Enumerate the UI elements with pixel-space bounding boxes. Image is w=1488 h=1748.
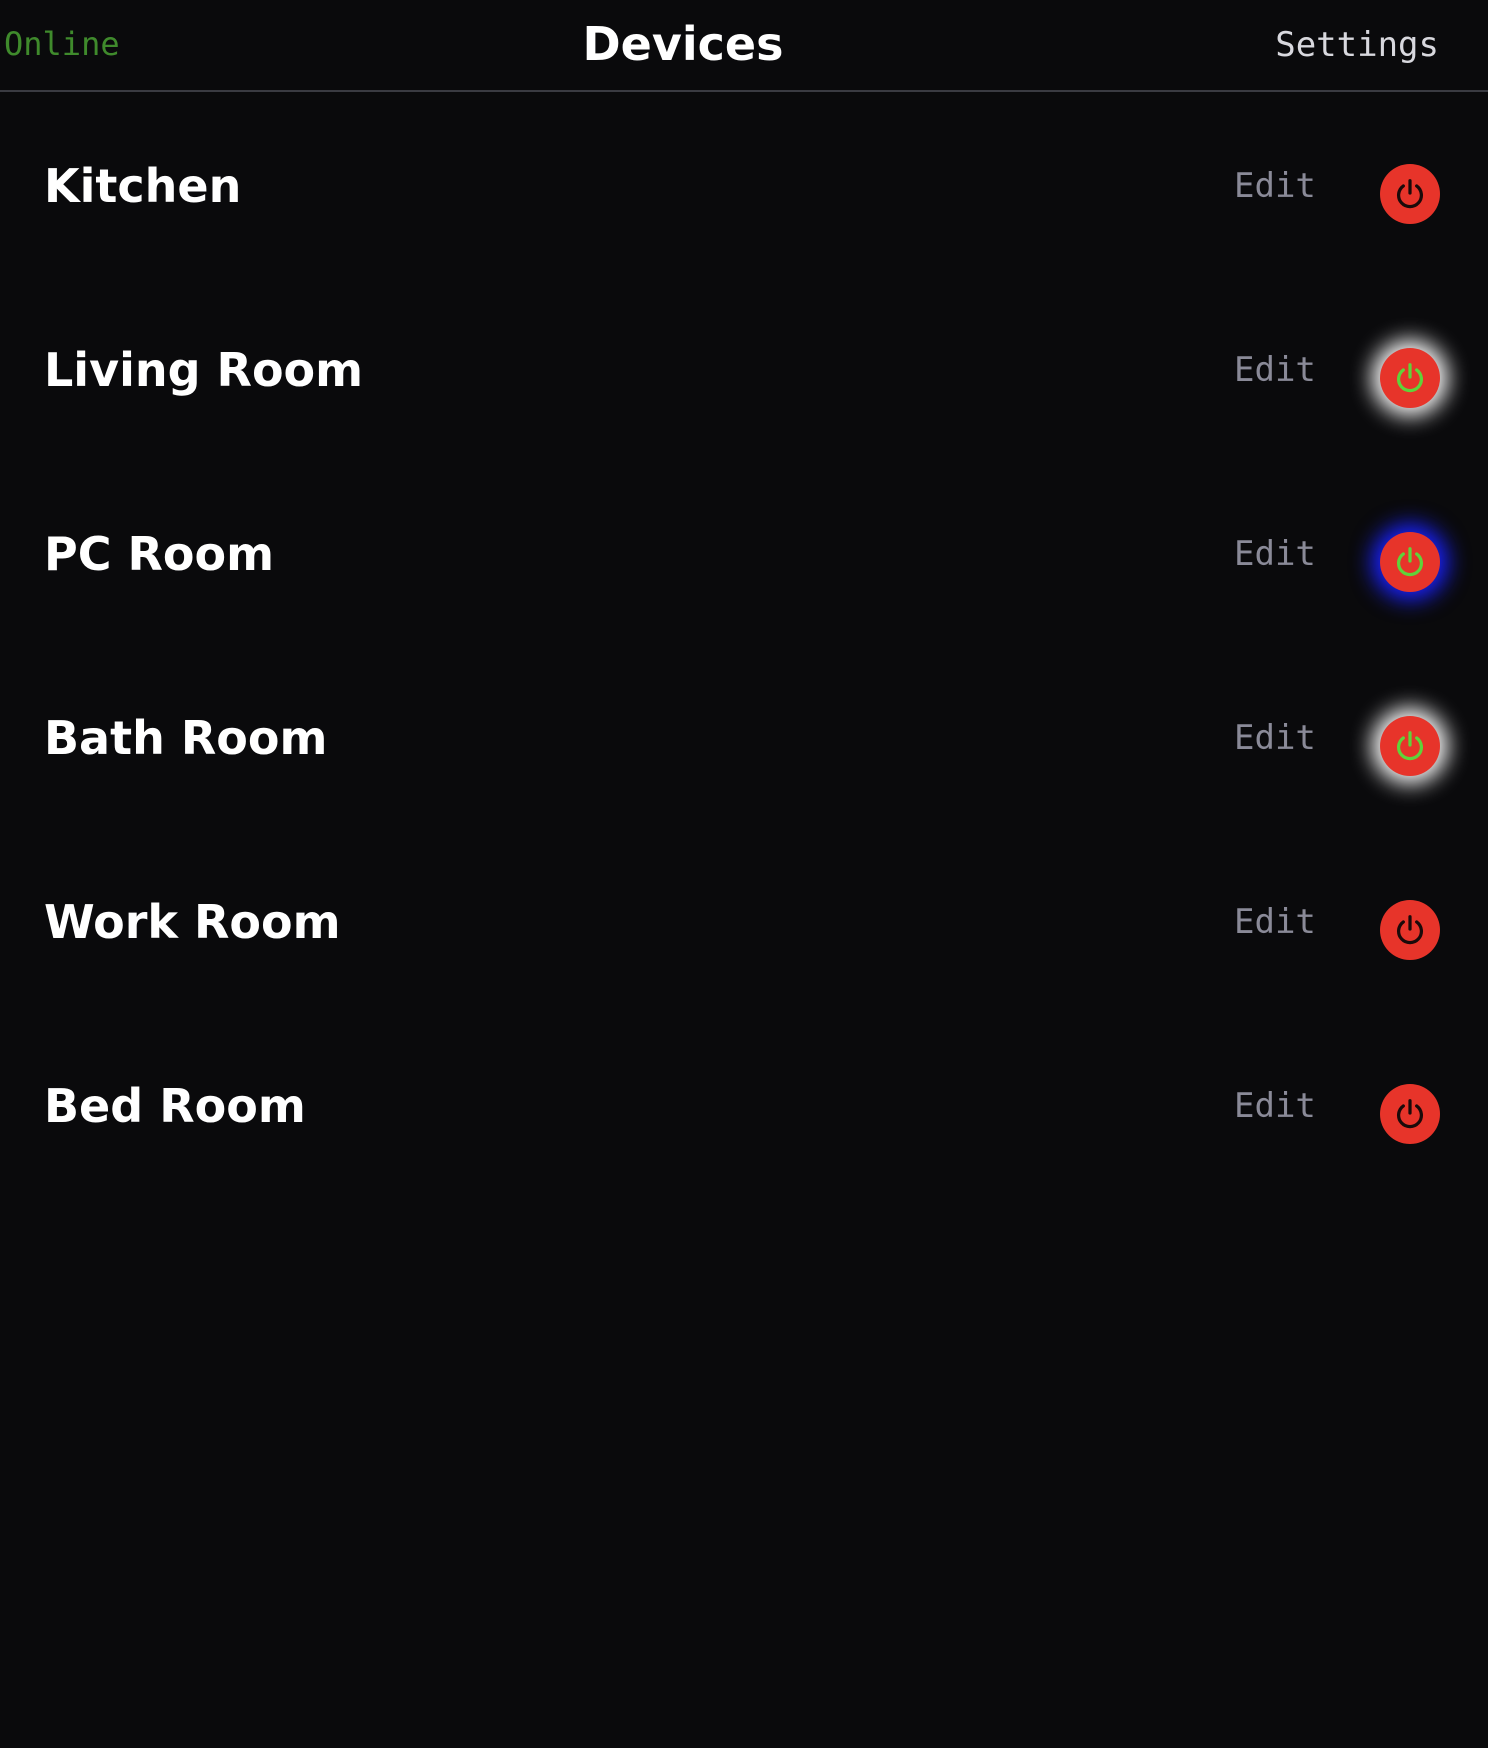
edit-button[interactable]: Edit <box>1234 902 1316 942</box>
device-name: Kitchen <box>44 159 242 213</box>
power-button[interactable] <box>1380 532 1440 592</box>
device-row: Bath Room Edit <box>0 646 1488 830</box>
device-name: PC Room <box>44 527 275 581</box>
power-icon <box>1396 179 1424 209</box>
power-button[interactable] <box>1380 1084 1440 1144</box>
device-name: Bath Room <box>44 711 328 765</box>
device-row: Bed Room Edit <box>0 1014 1488 1198</box>
device-name: Work Room <box>44 895 341 949</box>
power-button[interactable] <box>1380 164 1440 224</box>
power-icon <box>1396 547 1424 577</box>
edit-button[interactable]: Edit <box>1234 718 1316 758</box>
device-row: Work Room Edit <box>0 830 1488 1014</box>
top-bar: Online Devices Settings <box>0 0 1488 92</box>
device-row: Living Room Edit <box>0 278 1488 462</box>
page-title: Devices <box>582 17 784 71</box>
power-icon <box>1396 731 1424 761</box>
device-name: Living Room <box>44 343 364 397</box>
device-name: Bed Room <box>44 1079 306 1133</box>
power-button[interactable] <box>1380 716 1440 776</box>
edit-button[interactable]: Edit <box>1234 166 1316 206</box>
edit-button[interactable]: Edit <box>1234 534 1316 574</box>
power-icon <box>1396 1099 1424 1129</box>
edit-button[interactable]: Edit <box>1234 350 1316 390</box>
settings-button[interactable]: Settings <box>1275 24 1439 66</box>
power-button[interactable] <box>1380 348 1440 408</box>
device-row: Kitchen Edit <box>0 94 1488 278</box>
device-list: Kitchen Edit Living Room Edit PC Room Ed… <box>0 94 1488 1198</box>
power-button[interactable] <box>1380 900 1440 960</box>
edit-button[interactable]: Edit <box>1234 1086 1316 1126</box>
device-row: PC Room Edit <box>0 462 1488 646</box>
power-icon <box>1396 363 1424 393</box>
power-icon <box>1396 915 1424 945</box>
